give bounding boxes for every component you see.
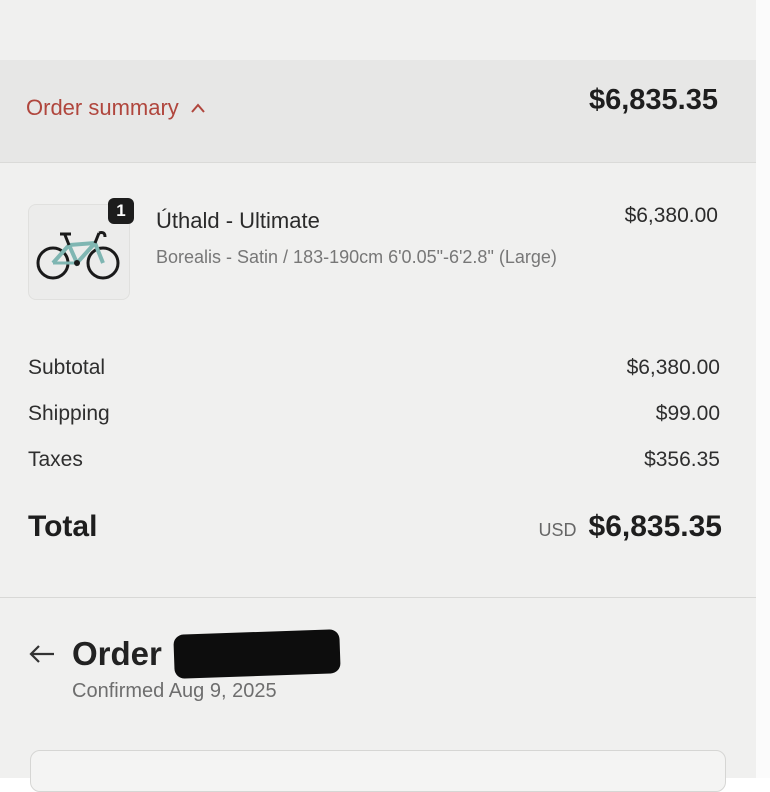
- order-summary-label: Order summary: [26, 95, 179, 120]
- subtotal-row: Subtotal $6,380.00: [28, 353, 720, 383]
- order-title: Order: [72, 635, 162, 672]
- section-divider: [0, 597, 756, 598]
- total-row: Total USD $6,835.35: [28, 505, 722, 549]
- product-price: $6,380.00: [624, 204, 718, 227]
- product-variant: Borealis - Satin / 183-190cm 6'0.05"-6'2…: [156, 247, 557, 267]
- taxes-row: Taxes $356.35: [28, 445, 720, 475]
- next-section-card: [30, 750, 726, 792]
- subtotal-value: $6,380.00: [626, 356, 720, 379]
- redacted-order-number: [173, 629, 341, 679]
- order-confirmed-date: Confirmed Aug 9, 2025: [72, 680, 277, 702]
- line-item: 1 Úthald - Ultimate Borealis - Satin / 1…: [0, 190, 756, 310]
- shipping-value: $99.00: [655, 402, 720, 425]
- taxes-value: $356.35: [644, 448, 720, 471]
- checkout-screen: Order summary $6,835.35 1 Úthald - Ultim…: [0, 0, 756, 792]
- order-summary-toggle[interactable]: Order summary: [26, 95, 205, 121]
- total-amount: USD $6,835.35: [539, 510, 722, 544]
- total-value: $6,835.35: [588, 510, 722, 543]
- taxes-label: Taxes: [28, 448, 83, 471]
- screen-edge: [756, 0, 770, 778]
- order-summary-total: $6,835.35: [588, 84, 718, 116]
- total-currency: USD: [538, 520, 577, 540]
- back-arrow-icon[interactable]: [28, 644, 56, 664]
- shipping-label: Shipping: [28, 402, 110, 425]
- chevron-up-icon: [191, 103, 205, 113]
- order-summary-header: Order summary $6,835.35: [0, 60, 756, 163]
- total-label: Total: [28, 510, 98, 543]
- quantity-badge: 1: [108, 198, 134, 224]
- product-name: Úthald - Ultimate: [156, 208, 320, 233]
- subtotal-label: Subtotal: [28, 356, 106, 379]
- order-header: Order: [28, 629, 341, 679]
- shipping-row: Shipping $99.00: [28, 399, 720, 429]
- road-bike-icon: [36, 231, 120, 280]
